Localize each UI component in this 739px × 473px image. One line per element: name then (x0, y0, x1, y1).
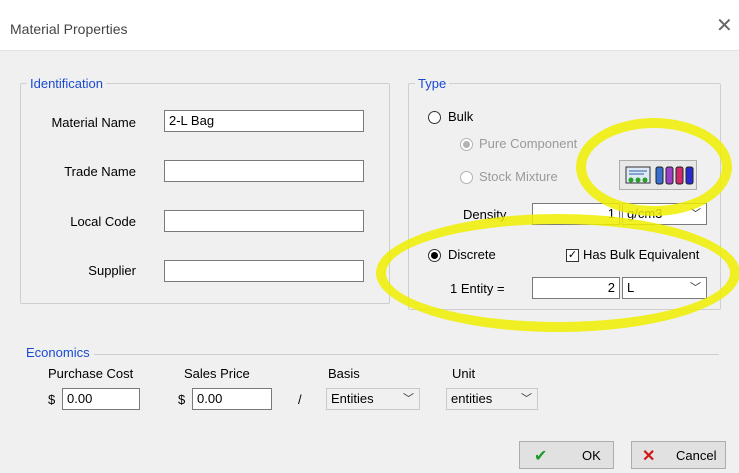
supplier-input[interactable] (164, 260, 364, 282)
close-icon[interactable]: ✕ (716, 16, 733, 36)
density-label: Density (463, 207, 507, 222)
cancel-label: Cancel (676, 448, 717, 463)
chevron-down-icon: ﹀ (690, 208, 701, 220)
type-legend: Type (418, 76, 447, 91)
unit-select[interactable]: entities ﹀ (446, 388, 538, 410)
chevron-down-icon: ﹀ (403, 393, 414, 405)
entity-unit-select[interactable]: L ﹀ (622, 277, 707, 299)
window-title: Material Properties (10, 21, 128, 37)
chevron-down-icon: ﹀ (521, 393, 532, 405)
entity-unit-value: L (627, 280, 635, 295)
trade-name-label: Trade Name (64, 164, 136, 179)
has-bulk-equivalent-checkbox[interactable]: ✓ (566, 249, 579, 262)
entity-label: 1 Entity = (450, 281, 505, 296)
sales-price-input[interactable]: 0.00 (192, 388, 272, 410)
ok-button[interactable]: ✔ OK (519, 441, 614, 469)
has-bulk-equivalent-label[interactable]: Has Bulk Equivalent (583, 247, 699, 262)
material-name-input[interactable]: 2-L Bag (164, 110, 364, 132)
bulk-radio[interactable] (428, 111, 441, 124)
purchase-cost-input[interactable]: 0.00 (62, 388, 140, 410)
discrete-radio[interactable] (428, 249, 441, 262)
cancel-button[interactable]: ✕ Cancel (631, 441, 726, 469)
pure-component-radio[interactable] (460, 138, 473, 151)
density-unit-select[interactable]: g/cm3 ﹀ (622, 203, 707, 225)
composition-button[interactable] (619, 160, 697, 190)
stock-mixture-label[interactable]: Stock Mixture (479, 169, 558, 184)
basis-value: Entities (331, 391, 374, 406)
unit-value: entities (451, 391, 493, 406)
ok-check-icon: ✔ (534, 448, 548, 465)
per-separator: / (298, 392, 302, 407)
basis-select[interactable]: Entities ﹀ (326, 388, 420, 410)
bulk-label[interactable]: Bulk (448, 109, 473, 124)
supplier-label: Supplier (88, 263, 136, 278)
economics-legend: Economics (22, 345, 94, 360)
stock-mixture-radio[interactable] (460, 171, 473, 184)
local-code-label: Local Code (70, 214, 136, 229)
cancel-x-icon: ✕ (642, 448, 656, 465)
pure-component-label[interactable]: Pure Component (479, 136, 577, 151)
unit-label: Unit (452, 366, 476, 381)
trade-name-input[interactable] (164, 160, 364, 182)
chevron-down-icon: ﹀ (690, 282, 701, 294)
sales-price-label: Sales Price (184, 366, 250, 381)
basis-label: Basis (328, 366, 360, 381)
entity-input[interactable]: 2 (532, 277, 620, 299)
economics-divider (24, 354, 719, 355)
mixture-editor-icon (625, 166, 694, 185)
density-input[interactable]: 1 (532, 203, 620, 225)
ok-label: OK (582, 448, 601, 463)
local-code-input[interactable] (164, 210, 364, 232)
purchase-cost-currency: $ (48, 392, 56, 407)
identification-legend: Identification (30, 76, 103, 91)
density-unit-value: g/cm3 (627, 206, 663, 221)
material-name-label: Material Name (51, 115, 136, 130)
discrete-label[interactable]: Discrete (448, 247, 496, 262)
purchase-cost-label: Purchase Cost (48, 366, 134, 381)
sales-price-currency: $ (178, 392, 186, 407)
